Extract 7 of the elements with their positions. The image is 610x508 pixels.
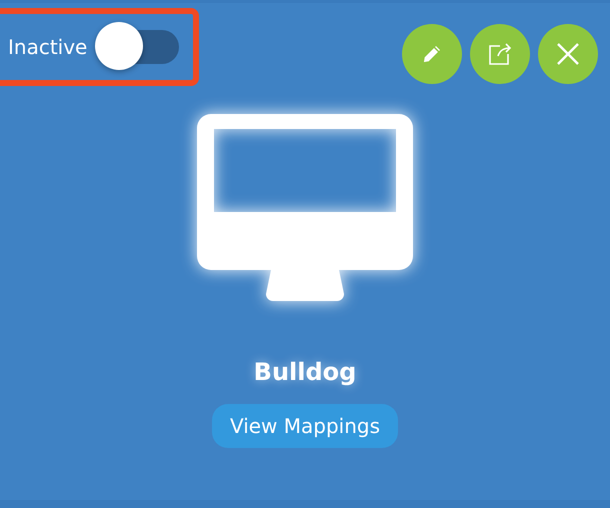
status-label: Inactive [8, 35, 88, 59]
toggle-switch[interactable] [95, 22, 180, 72]
monitor-icon [197, 114, 413, 302]
device-name: Bulldog [254, 358, 356, 386]
view-mappings-button[interactable]: View Mappings [212, 404, 398, 448]
close-icon [556, 42, 580, 66]
external-link-icon [487, 41, 513, 67]
